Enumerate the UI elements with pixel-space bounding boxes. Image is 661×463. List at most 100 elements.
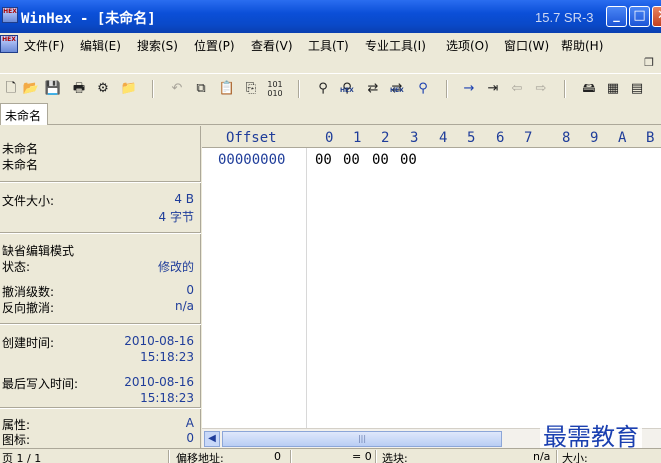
- column-header: 1: [353, 130, 362, 146]
- divider: [0, 232, 201, 234]
- info-panel: 未命名 未命名 文件大小: 4 B 4 字节 缺省编辑模式 状态: 修改的 撤消…: [0, 126, 201, 448]
- binary-icon[interactable]: 101 010: [266, 80, 284, 98]
- menu-view[interactable]: 查看(V): [251, 37, 293, 54]
- document-tabs: 未命名: [0, 103, 661, 125]
- window-title: WinHex - [未命名]: [21, 11, 156, 27]
- status-divider: [290, 450, 292, 463]
- save-icon[interactable]: 💾: [44, 80, 62, 98]
- find-hex-icon[interactable]: ⚲ HEX: [338, 80, 356, 98]
- forward-icon[interactable]: ⇨: [532, 80, 550, 98]
- file-path: 未命名: [2, 158, 39, 172]
- reverse-undo-value: n/a: [174, 299, 194, 313]
- status-page: 页 1 / 1: [2, 452, 42, 463]
- scroll-thumb[interactable]: |||: [222, 431, 502, 447]
- icon-value: 0: [186, 431, 194, 445]
- last-write-date: 2010-08-16: [124, 375, 194, 389]
- column-header: 6: [496, 130, 505, 146]
- hex-column-header: Offset 0 1 2 3 4 5 6 7 8 9 A B: [202, 126, 661, 148]
- row-offset: 00000000: [218, 152, 286, 168]
- column-header: 2: [381, 130, 390, 146]
- tab-untitled[interactable]: 未命名: [0, 103, 48, 125]
- toolbar-separator: [298, 80, 300, 98]
- file-name: 未命名: [2, 142, 39, 156]
- restore-icon[interactable]: ❐: [640, 55, 658, 73]
- column-header: A: [618, 130, 627, 146]
- divider: [0, 407, 201, 409]
- column-header: 0: [325, 130, 334, 146]
- state-value: 修改的: [157, 260, 194, 274]
- column-header: 4: [439, 130, 448, 146]
- menu-position[interactable]: 位置(P): [194, 37, 235, 54]
- status-divider: [375, 450, 377, 463]
- toolbar: 🗋 📂 💾 🖶 ⚙ 📁 ↶ ⧉ 📋 ⎘ 101 010 ⚲ ⚲ HEX ⇄ ⇄ HEX…: [0, 73, 661, 103]
- reverse-undo-label: 反向撤消:: [2, 301, 55, 315]
- column-header: 8: [562, 130, 571, 146]
- close-button[interactable]: ✕: [652, 6, 661, 27]
- menu-help[interactable]: 帮助(H): [561, 37, 603, 54]
- icon-label: 图标:: [2, 433, 31, 447]
- paste-special-icon[interactable]: ⎘: [242, 80, 260, 98]
- column-header: 7: [524, 130, 533, 146]
- column-header: 3: [410, 130, 419, 146]
- replace-hex-icon[interactable]: ⇄ HEX: [388, 80, 406, 98]
- document-menu-icon[interactable]: HEX: [0, 35, 18, 53]
- file-size-label: 文件大小:: [2, 194, 55, 208]
- find-next-icon[interactable]: ⚲: [414, 80, 432, 98]
- disk-icon[interactable]: 🖴: [580, 80, 598, 98]
- minimize-button[interactable]: _: [606, 6, 627, 27]
- menu-options[interactable]: 选项(O): [446, 37, 489, 54]
- open-folder-icon[interactable]: 📁: [120, 80, 138, 98]
- state-label: 状态:: [2, 260, 31, 274]
- hex-byte[interactable]: 00: [343, 152, 360, 168]
- hex-editor[interactable]: Offset 0 1 2 3 4 5 6 7 8 9 A B 00000000 …: [202, 126, 661, 428]
- status-offset-value: 0: [274, 450, 281, 463]
- attribute-value: A: [185, 416, 194, 430]
- menu-tools[interactable]: 工具(T): [308, 37, 349, 54]
- divider: [0, 181, 201, 183]
- paste-icon[interactable]: 📋: [218, 80, 236, 98]
- status-equals: = 0: [352, 450, 372, 463]
- new-file-icon[interactable]: 🗋: [2, 80, 20, 98]
- maximize-button[interactable]: □: [629, 6, 650, 27]
- menu-search[interactable]: 搜索(S): [137, 37, 178, 54]
- ram-icon[interactable]: ▦: [604, 80, 622, 98]
- divider: [0, 323, 201, 325]
- find-icon[interactable]: ⚲: [314, 80, 332, 98]
- menu-file[interactable]: 文件(F): [24, 37, 64, 54]
- column-header: 5: [467, 130, 476, 146]
- menu-specialist-tools[interactable]: 专业工具(I): [365, 37, 426, 54]
- status-size-label: 大小:: [562, 452, 588, 463]
- column-header: 9: [590, 130, 599, 146]
- version-label: 15.7 SR-3: [535, 10, 594, 25]
- toolbar-separator: [152, 80, 154, 98]
- calculator-icon[interactable]: ▤: [628, 80, 646, 98]
- menu-bar: HEX 文件(F) 编辑(E) 搜索(S) 位置(P) 查看(V) 工具(T) …: [0, 33, 661, 55]
- status-bar: 页 1 / 1 偏移地址: 0 = 0 选块: n/a 大小:: [0, 448, 661, 463]
- undo-icon[interactable]: ↶: [168, 80, 186, 98]
- hex-byte[interactable]: 00: [400, 152, 417, 168]
- scroll-left-arrow-icon[interactable]: ◀: [204, 431, 220, 447]
- title-bar: HEX WinHex - [未命名] 15.7 SR-3 _ □ ✕: [0, 0, 661, 33]
- status-divider: [556, 450, 558, 463]
- winhex-app-icon[interactable]: HEX: [2, 7, 18, 23]
- print-icon[interactable]: 🖶: [70, 80, 88, 98]
- back-icon[interactable]: ⇦: [508, 80, 526, 98]
- goto-offset-icon[interactable]: →: [460, 80, 478, 98]
- last-write-label: 最后写入时间:: [2, 377, 79, 391]
- undo-level-value: 0: [186, 283, 194, 297]
- menu-edit[interactable]: 编辑(E): [80, 37, 121, 54]
- menu-window[interactable]: 窗口(W): [504, 37, 549, 54]
- open-icon[interactable]: 📂: [22, 80, 40, 98]
- properties-icon[interactable]: ⚙: [94, 80, 112, 98]
- toolbar-separator: [446, 80, 448, 98]
- status-block-value: n/a: [533, 450, 551, 463]
- hex-byte[interactable]: 00: [315, 152, 332, 168]
- watermark: 最需教育: [540, 417, 642, 452]
- goto-icon[interactable]: ⇥: [484, 80, 502, 98]
- hex-byte[interactable]: 00: [372, 152, 389, 168]
- copy-icon[interactable]: ⧉: [192, 80, 210, 98]
- created-time: 15:18:23: [140, 350, 194, 364]
- created-date: 2010-08-16: [124, 334, 194, 348]
- created-label: 创建时间:: [2, 336, 55, 350]
- replace-icon[interactable]: ⇄: [364, 80, 382, 98]
